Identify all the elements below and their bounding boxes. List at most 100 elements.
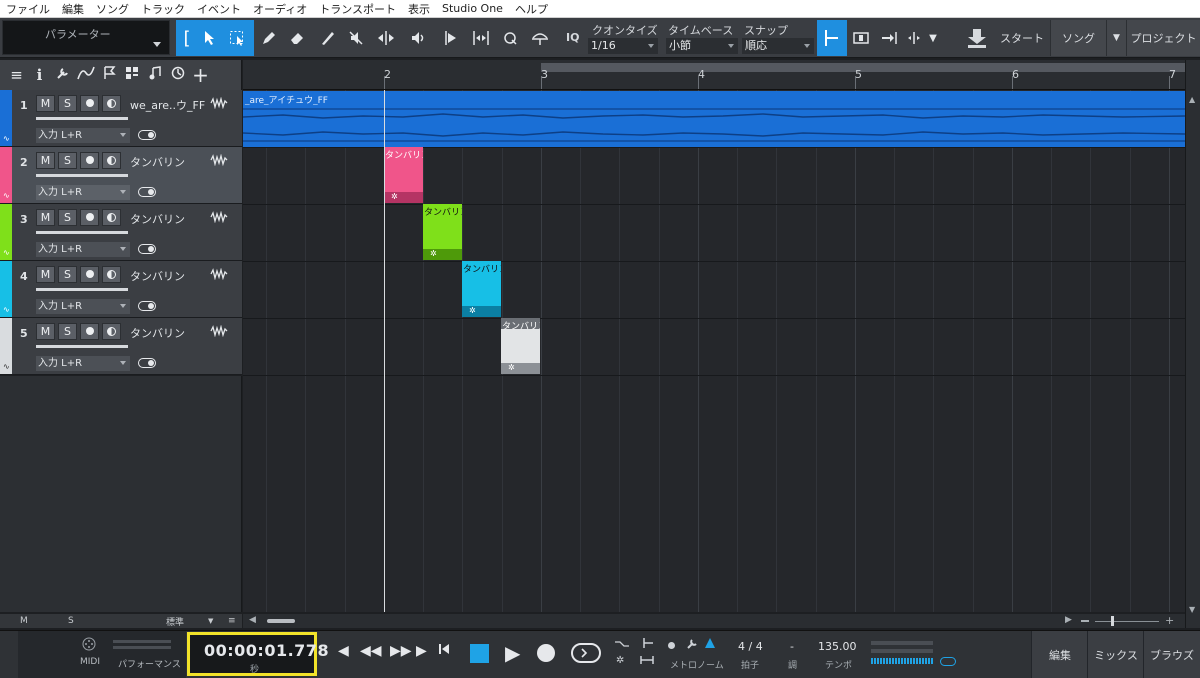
iq-button[interactable]: IQ bbox=[566, 31, 579, 44]
monitor-button[interactable] bbox=[102, 95, 121, 112]
stretch-tool-icon[interactable] bbox=[468, 20, 494, 56]
range-tool-icon[interactable] bbox=[224, 20, 250, 56]
project-button[interactable]: プロジェクト bbox=[1126, 20, 1200, 56]
nudge-forward-icon[interactable]: ▶ bbox=[416, 643, 427, 659]
key-value[interactable]: - bbox=[790, 640, 794, 653]
track-name[interactable]: タンバリン bbox=[130, 211, 185, 227]
play-button[interactable]: ▶ bbox=[505, 641, 520, 665]
tambourine-clip-3[interactable]: タンバリン ✲ bbox=[462, 261, 501, 317]
solo-button[interactable]: S bbox=[58, 209, 77, 226]
mute-tool-icon[interactable] bbox=[344, 20, 368, 56]
track-1[interactable]: ∿ 1 M S we_are..ウ_FF 入力 L+R bbox=[0, 90, 242, 147]
hamburger-menu-icon[interactable]: ≡ bbox=[5, 66, 28, 84]
input-select[interactable]: 入力 L+R bbox=[36, 242, 130, 257]
footer-m-button[interactable]: M bbox=[20, 616, 28, 626]
music-note-track-icon[interactable] bbox=[143, 66, 166, 84]
automation-toggle-icon[interactable]: ∿ bbox=[3, 191, 10, 200]
track-name[interactable]: タンバリン bbox=[130, 154, 185, 170]
snap-options-chevron-icon[interactable]: ▼ bbox=[924, 20, 942, 56]
input-monitor-toggle[interactable] bbox=[138, 244, 156, 254]
snap-select[interactable]: 順応 bbox=[742, 38, 814, 54]
zoom-in-icon[interactable]: + bbox=[1165, 614, 1174, 627]
volume-slider[interactable] bbox=[36, 345, 128, 348]
settings-gear-icon[interactable]: ✲ bbox=[616, 655, 624, 666]
tambourine-clip-1[interactable]: タンバリン ✲ bbox=[384, 147, 423, 203]
mute-button[interactable]: M bbox=[36, 209, 55, 226]
track-name[interactable]: タンバリン bbox=[130, 268, 185, 284]
horizontal-scrollbar[interactable]: ◀ ▶ + bbox=[243, 614, 1185, 628]
snap-to-grid-button[interactable] bbox=[817, 20, 847, 56]
output-volume-bar[interactable] bbox=[871, 658, 933, 664]
record-arm-button[interactable] bbox=[80, 209, 99, 226]
arrange-view[interactable]: _are_アイチュウ_FF タンバリン ✲ タンバリン ✲ タンバリン bbox=[243, 90, 1185, 612]
input-select[interactable]: 入力 L+R bbox=[36, 356, 130, 371]
menu-edit[interactable]: 編集 bbox=[62, 1, 91, 17]
vertical-scrollbar[interactable]: ▲ ▼ bbox=[1185, 60, 1200, 628]
stop-button[interactable] bbox=[470, 644, 489, 663]
chord-grid-icon[interactable] bbox=[120, 66, 143, 84]
track-name[interactable]: we_are..ウ_FF bbox=[130, 97, 205, 113]
monitor-button[interactable] bbox=[102, 209, 121, 226]
solo-button[interactable]: S bbox=[58, 152, 77, 169]
listen-tool-icon[interactable] bbox=[406, 20, 430, 56]
footer-s-button[interactable]: S bbox=[68, 616, 74, 626]
automation-toggle-icon[interactable]: ∿ bbox=[3, 134, 10, 143]
marker-flag-icon[interactable] bbox=[97, 66, 120, 84]
edit-button[interactable]: 編集 bbox=[1031, 631, 1088, 678]
timeline-ruler[interactable]: 2 3 4 5 6 7 bbox=[243, 60, 1185, 90]
mute-button[interactable]: M bbox=[36, 266, 55, 283]
scroll-down-icon[interactable]: ▼ bbox=[1189, 605, 1195, 614]
song-menu-chevron-icon[interactable]: ▼ bbox=[1106, 20, 1126, 56]
parameter-box[interactable]: パラメーター bbox=[2, 20, 170, 55]
solo-button[interactable]: S bbox=[58, 323, 77, 340]
record-button[interactable] bbox=[537, 644, 555, 662]
menu-help[interactable]: ヘルプ bbox=[515, 1, 555, 17]
zoom-out-icon[interactable] bbox=[1081, 620, 1089, 622]
footer-menu-icon[interactable]: ≡ bbox=[228, 616, 236, 626]
clip-gear-icon[interactable]: ✲ bbox=[469, 306, 476, 315]
menu-transport[interactable]: トランスポート bbox=[319, 1, 403, 17]
scroll-right-icon[interactable]: ▶ bbox=[1065, 615, 1072, 625]
menu-event[interactable]: イベント bbox=[197, 1, 248, 17]
snap-event-icon[interactable] bbox=[850, 20, 872, 56]
track-3[interactable]: ∿ 3 M S タンバリン 入力 L+R bbox=[0, 204, 242, 261]
loop-button[interactable] bbox=[570, 642, 602, 667]
mute-button[interactable]: M bbox=[36, 152, 55, 169]
song-button[interactable]: ソング bbox=[1050, 20, 1106, 56]
menu-view[interactable]: 表示 bbox=[408, 1, 437, 17]
playback-cursor[interactable] bbox=[384, 90, 385, 612]
solo-button[interactable]: S bbox=[58, 95, 77, 112]
zoom-slider-handle[interactable] bbox=[1111, 616, 1114, 626]
input-select[interactable]: 入力 L+R bbox=[36, 128, 130, 143]
zoom-tool-icon[interactable] bbox=[528, 20, 552, 56]
return-to-zero-icon[interactable] bbox=[438, 643, 450, 659]
input-monitor-toggle[interactable] bbox=[138, 301, 156, 311]
menu-song[interactable]: ソング bbox=[96, 1, 136, 17]
record-arm-button[interactable] bbox=[80, 323, 99, 340]
inspector-info-icon[interactable]: i bbox=[28, 66, 51, 84]
scroll-up-icon[interactable]: ▲ bbox=[1189, 95, 1195, 104]
start-arrow-icon[interactable] bbox=[960, 20, 994, 56]
tambourine-clip-2[interactable]: タンバリン ✲ bbox=[423, 204, 462, 260]
clip-gear-icon[interactable]: ✲ bbox=[430, 249, 437, 258]
output-toggle[interactable] bbox=[940, 657, 956, 666]
time-display[interactable]: 00:00:01.778 秒 bbox=[187, 632, 329, 676]
start-button[interactable]: スタート bbox=[994, 20, 1050, 56]
timebase-select[interactable]: 小節 bbox=[666, 38, 738, 54]
record-arm-button[interactable] bbox=[80, 95, 99, 112]
snap-ripple-icon[interactable] bbox=[904, 20, 924, 56]
bend-tool-icon[interactable] bbox=[440, 20, 464, 56]
fast-forward-icon[interactable]: ▶▶ bbox=[390, 643, 412, 659]
wrench-icon[interactable] bbox=[51, 66, 74, 84]
monitor-button[interactable] bbox=[102, 266, 121, 283]
clip-gear-icon[interactable]: ✲ bbox=[508, 363, 515, 372]
nudge-back-icon[interactable]: ◀ bbox=[338, 643, 349, 659]
metronome-click-icon[interactable] bbox=[668, 642, 675, 649]
monitor-button[interactable] bbox=[102, 323, 121, 340]
scroll-thumb[interactable] bbox=[267, 619, 295, 623]
volume-slider[interactable] bbox=[36, 231, 128, 234]
input-select[interactable]: 入力 L+R bbox=[36, 299, 130, 314]
arrow-tool-icon[interactable] bbox=[198, 20, 222, 56]
mix-button[interactable]: ミックス bbox=[1087, 631, 1144, 678]
loop-range-bar[interactable] bbox=[541, 63, 1185, 72]
